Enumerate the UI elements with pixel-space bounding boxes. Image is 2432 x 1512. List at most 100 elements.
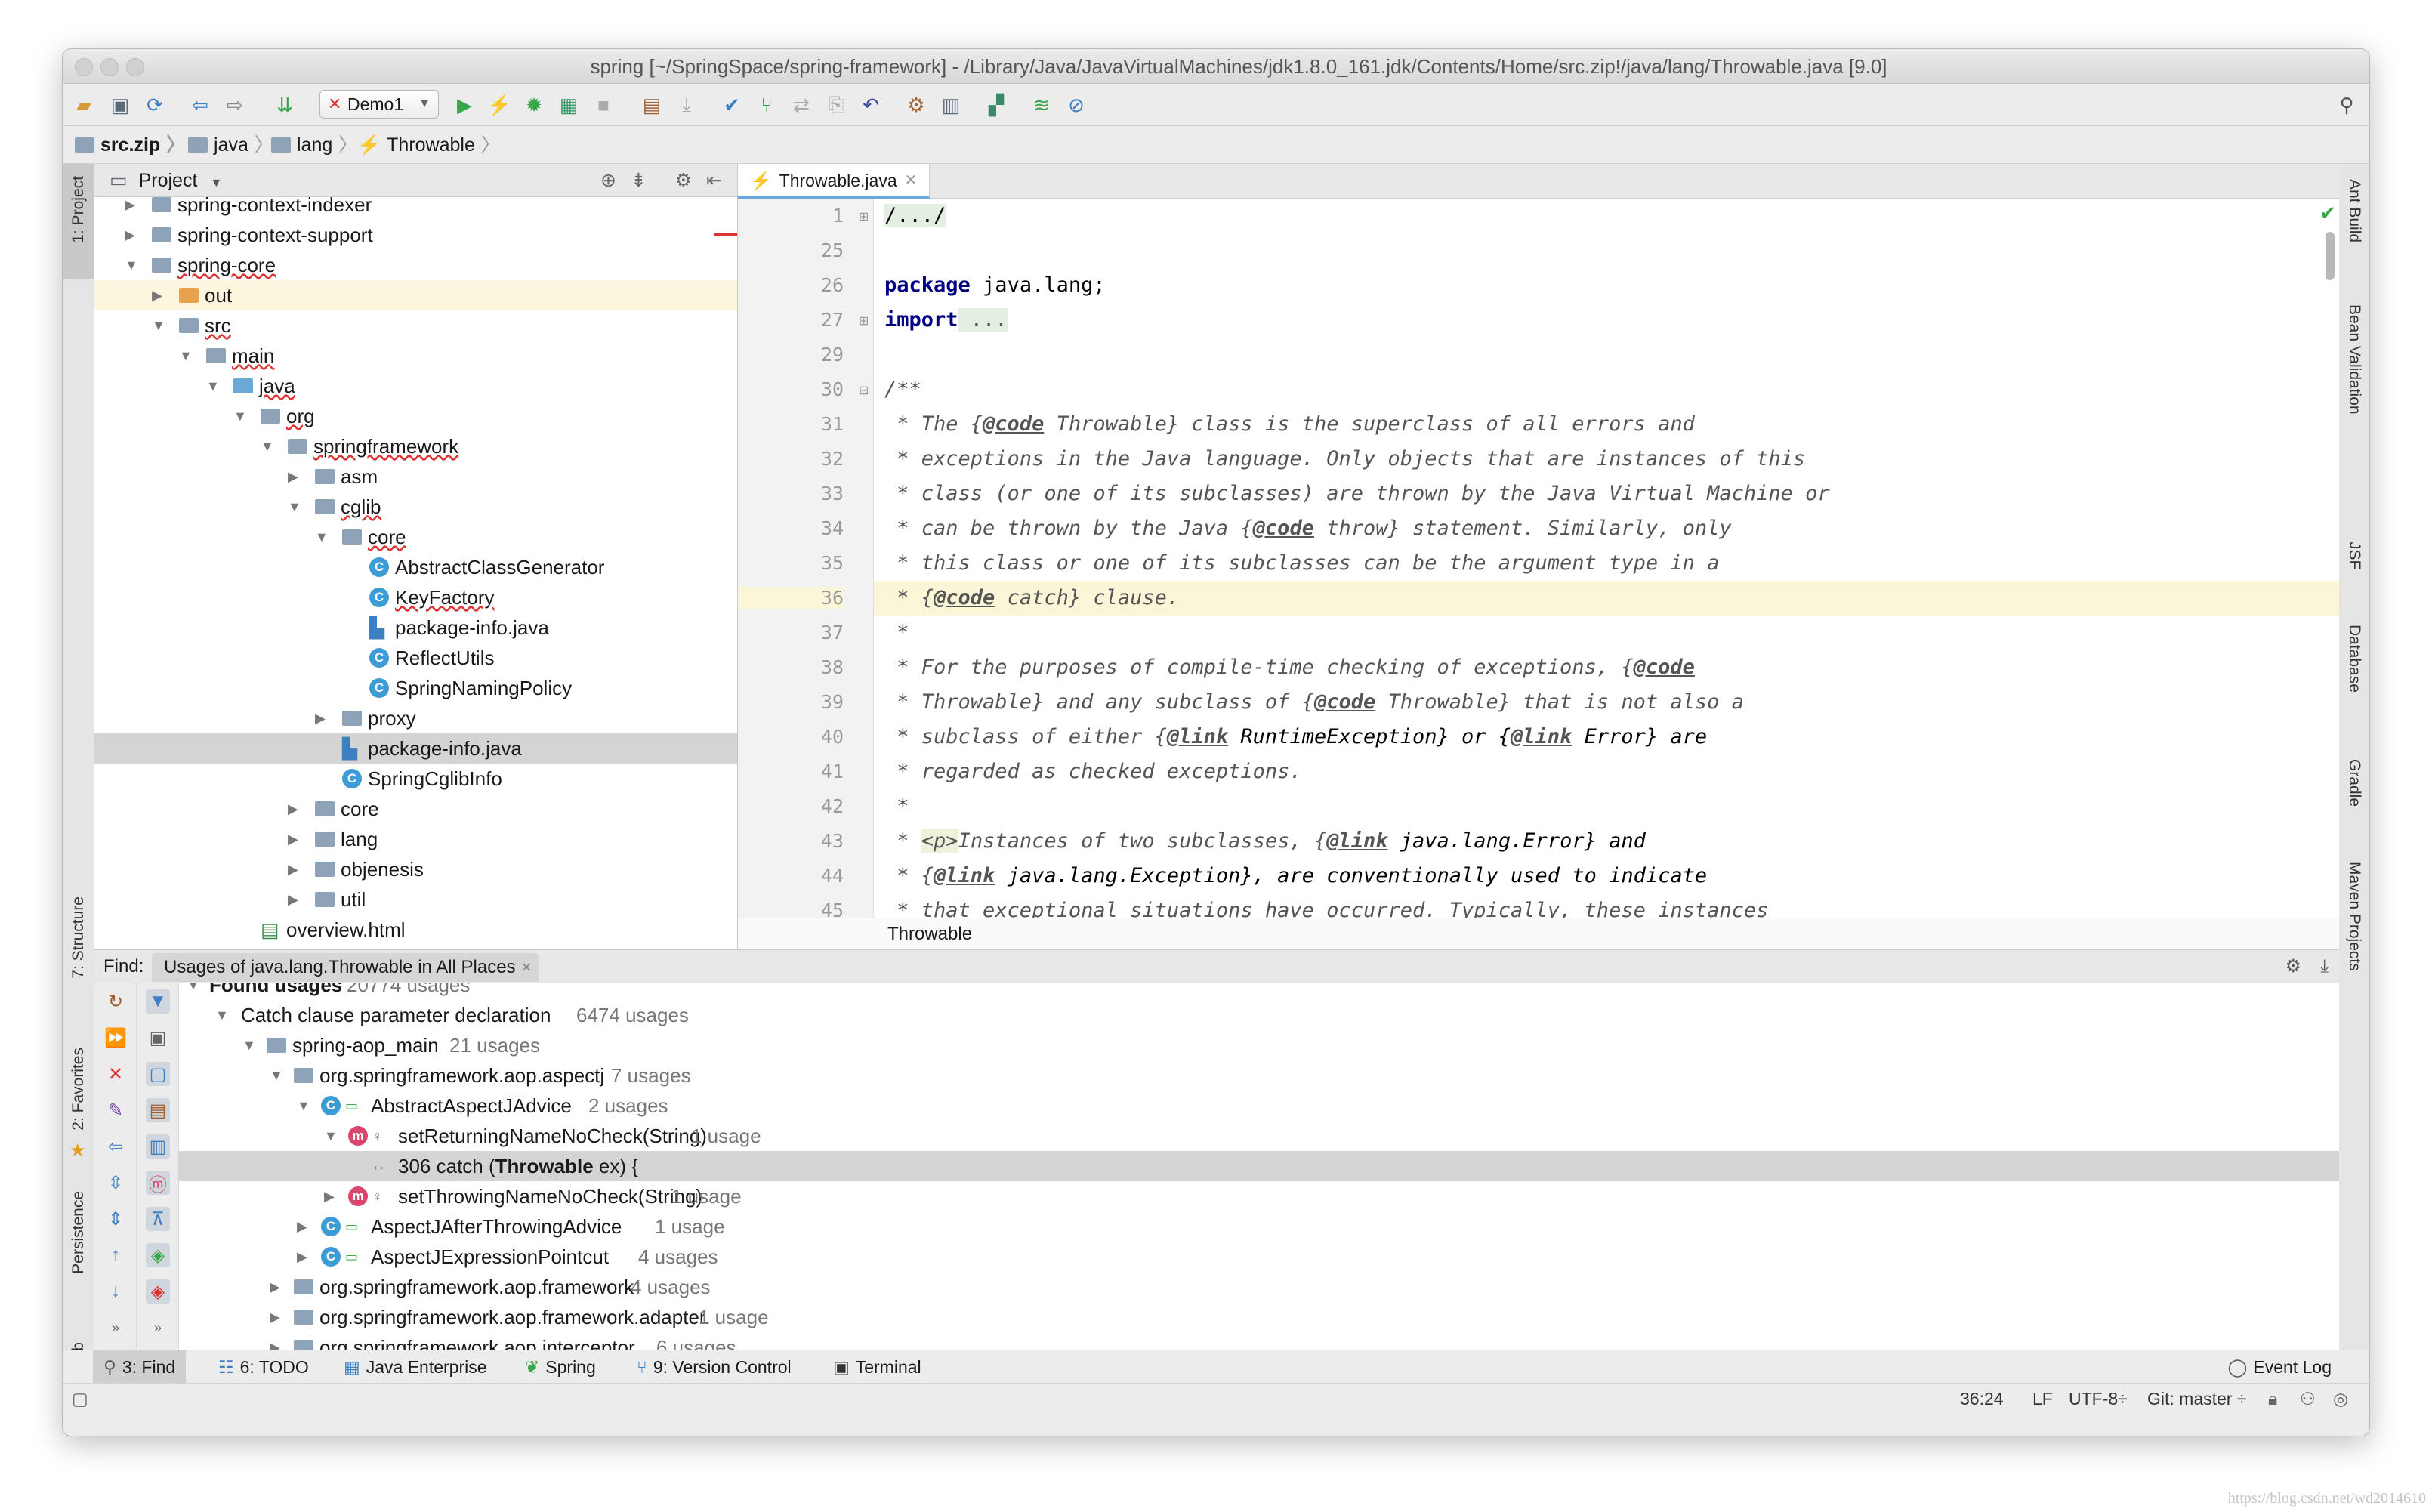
tree-node[interactable]: ▙ package-info.java — [94, 733, 737, 764]
tool-tab-favorites[interactable]: 2: Favorites — [69, 1048, 88, 1131]
tree-node[interactable]: ▼ org — [94, 401, 737, 431]
usage-node[interactable]: ▶ m ♀ setThrowingNameNoCheck(String) 1 usage — [179, 1181, 2339, 1211]
tool-tab-event-log[interactable]: ◯ Event Log — [2228, 1350, 2332, 1384]
tree-node[interactable]: C SpringNamingPolicy — [94, 673, 737, 703]
revert-icon[interactable]: ↶ — [859, 93, 883, 117]
expand-all-icon[interactable]: ⇳ — [103, 1171, 128, 1195]
previous-occurrence-icon[interactable]: ⇦ — [103, 1134, 128, 1159]
project-structure-icon[interactable]: ▥ — [939, 93, 963, 117]
no-entry-icon[interactable]: ⊘ — [1064, 93, 1088, 117]
breadcrumb-java[interactable]: java 〉 — [188, 126, 273, 164]
tree-node[interactable]: ▶ util — [94, 884, 737, 915]
scroll-from-source-icon[interactable]: ⊕ — [600, 164, 616, 197]
usage-node[interactable]: ▼ org.springframework.aop.aspectj 7 usages — [179, 1060, 2339, 1091]
group-by-method-icon[interactable]: ⓜ — [146, 1171, 170, 1196]
close-window-button[interactable] — [75, 58, 93, 76]
tool-tab-maven-projects[interactable]: Maven Projects — [2345, 862, 2363, 971]
usage-node[interactable]: ▶ C ▭ AspectJAfterThrowingAdvice 1 usage — [179, 1211, 2339, 1242]
tool-tab-gradle[interactable]: Gradle — [2345, 759, 2363, 807]
usage-node[interactable]: ▼ Catch clause parameter declaration 6474 … — [179, 1000, 2339, 1030]
flatten-icon[interactable]: ⊼ — [146, 1207, 170, 1231]
group-by-usage-type-icon[interactable]: ▣ — [146, 1026, 170, 1050]
run-icon[interactable]: ▶ — [452, 93, 477, 117]
usage-node[interactable]: ▶ C ▭ AspectJExpressionPointcut 4 usages — [179, 1242, 2339, 1272]
usage-occurrence-selected[interactable]: ↔ 306 catch (Throwable ex) { — [179, 1151, 2339, 1181]
inspection-ok-icon[interactable]: ✔ — [2319, 202, 2336, 225]
vcs-history-icon[interactable]: ⎘ — [824, 93, 848, 117]
tree-node[interactable]: ▶ asm — [94, 461, 737, 492]
back-icon[interactable]: ⇦ — [188, 93, 212, 117]
code-area[interactable]: /.../ package java.lang; import ... /** … — [874, 199, 2339, 918]
collapse-all-icon[interactable]: ⇟ — [631, 164, 647, 197]
tool-tab-persistence[interactable]: Persistence — [69, 1191, 88, 1274]
tool-tab-java-enterprise[interactable]: ▦ Java Enterprise — [344, 1350, 487, 1384]
profiler-icon[interactable]: ≋ — [1029, 93, 1054, 117]
git-branch[interactable]: Git: master ÷ — [2147, 1384, 2246, 1414]
tree-node[interactable]: ▙ package-info.java — [94, 613, 737, 643]
tree-node[interactable]: ▼ core — [94, 522, 737, 552]
tree-node[interactable]: C AbstractClassGenerator — [94, 552, 737, 582]
tool-tab-jsf[interactable]: JSF — [2345, 542, 2363, 569]
editor-tab-throwable[interactable]: ⚡ Throwable.java ✕ — [738, 164, 931, 199]
breadcrumb-src-zip[interactable]: src.zip 〉 — [75, 126, 185, 164]
tree-node[interactable]: ▶ out — [94, 280, 737, 310]
run-icon[interactable]: ⏩ — [103, 1026, 128, 1050]
tree-node[interactable]: ▼ springframework — [94, 431, 737, 461]
usage-node[interactable]: ▶ org.springframework.aop.interceptor 6 us… — [179, 1332, 2339, 1350]
settings-icon[interactable]: ⚙ — [904, 93, 928, 117]
vcs-commit-icon[interactable]: ⑂ — [755, 93, 779, 117]
inspector-icon[interactable]: ⚇ — [2300, 1384, 2316, 1414]
minimize-window-button[interactable] — [100, 58, 119, 76]
tool-tab-find[interactable]: ⚲ 3: Find — [93, 1350, 187, 1384]
search-everywhere-icon[interactable]: ⚲ — [2335, 93, 2359, 117]
tool-tab-ant-build[interactable]: Ant Build — [2345, 179, 2363, 242]
tool-tab-structure[interactable]: 7: Structure — [69, 896, 88, 979]
file-encoding[interactable]: UTF-8÷ — [2069, 1384, 2128, 1414]
vcs-compare-icon[interactable]: ⇄ — [789, 93, 813, 117]
tree-node[interactable]: ▼ java — [94, 371, 737, 401]
close-tab-icon[interactable]: ✕ — [521, 953, 532, 982]
project-view-select[interactable]: Project — [139, 170, 198, 191]
close-tab-icon[interactable]: ✕ — [905, 164, 918, 197]
tree-node[interactable]: ▼ spring-core — [94, 250, 737, 280]
tree-node[interactable]: ▤ overview.html — [94, 915, 737, 945]
caret-position[interactable]: 36:24 — [1960, 1384, 2004, 1414]
usage-node[interactable]: ▼ Found usages 20774 usages — [179, 983, 2339, 1000]
fold-icon[interactable]: ⊟ — [859, 383, 869, 398]
more-icon[interactable]: » — [103, 1316, 128, 1340]
editor-scrollbar[interactable] — [2326, 232, 2335, 280]
tree-node[interactable]: ▶ proxy — [94, 703, 737, 733]
tree-node[interactable]: ▼ cglib — [94, 492, 737, 522]
tree-node[interactable]: C KeyFactory — [94, 582, 737, 613]
arrow-down-icon[interactable]: ↓ — [103, 1279, 128, 1304]
run-lightning-icon[interactable]: ⚡ — [487, 93, 511, 117]
tree-node[interactable]: C ReflectUtils — [94, 643, 737, 673]
sync-icon[interactable]: ⟳ — [143, 93, 167, 117]
tool-tab-spring[interactable]: ❦ Spring — [525, 1350, 596, 1384]
show-read-access-icon[interactable]: ◈ — [146, 1243, 170, 1267]
editor-breadcrumb[interactable]: Throwable — [738, 918, 2339, 949]
memory-indicator-icon[interactable]: ◎ — [2333, 1384, 2348, 1414]
tree-node[interactable]: ▼ main — [94, 341, 737, 371]
hide-panel-icon[interactable]: ⤓ — [2320, 950, 2329, 983]
more-icon[interactable]: » — [146, 1316, 170, 1340]
stop-icon[interactable]: ■ — [591, 93, 616, 117]
usage-node[interactable]: ▶ org.springframework.aop.framework 4 usag… — [179, 1272, 2339, 1302]
tool-tab-project[interactable]: 1: Project — [63, 164, 94, 279]
toggle-tool-windows-icon[interactable]: ▢ — [72, 1384, 88, 1414]
tree-node[interactable]: ▶ spring-context-support — [94, 220, 737, 250]
build-icon[interactable]: ⇊ — [273, 93, 297, 117]
close-icon[interactable]: ✕ — [103, 1062, 128, 1086]
gear-icon[interactable]: ⚙ — [675, 164, 692, 197]
collapse-all-icon[interactable]: ⇕ — [103, 1207, 128, 1231]
group-by-file-icon[interactable]: ▥ — [146, 1134, 170, 1159]
group-by-module-icon[interactable]: ▢ — [146, 1062, 170, 1086]
chevron-down-icon[interactable]: ▼ — [210, 177, 222, 190]
tool-tab-bean-validation[interactable]: Bean Validation — [2345, 304, 2363, 415]
deploy-icon[interactable]: ⤓ — [674, 93, 699, 117]
tree-node[interactable]: ▼ src — [94, 310, 737, 341]
sdk-manager-icon[interactable]: ▞ — [984, 93, 1008, 117]
lock-icon[interactable]: 🔒︎ — [2268, 1384, 2277, 1414]
tool-tab-todo[interactable]: ☷ 6: TODO — [218, 1350, 309, 1384]
coverage-icon[interactable]: ▦ — [557, 93, 581, 117]
